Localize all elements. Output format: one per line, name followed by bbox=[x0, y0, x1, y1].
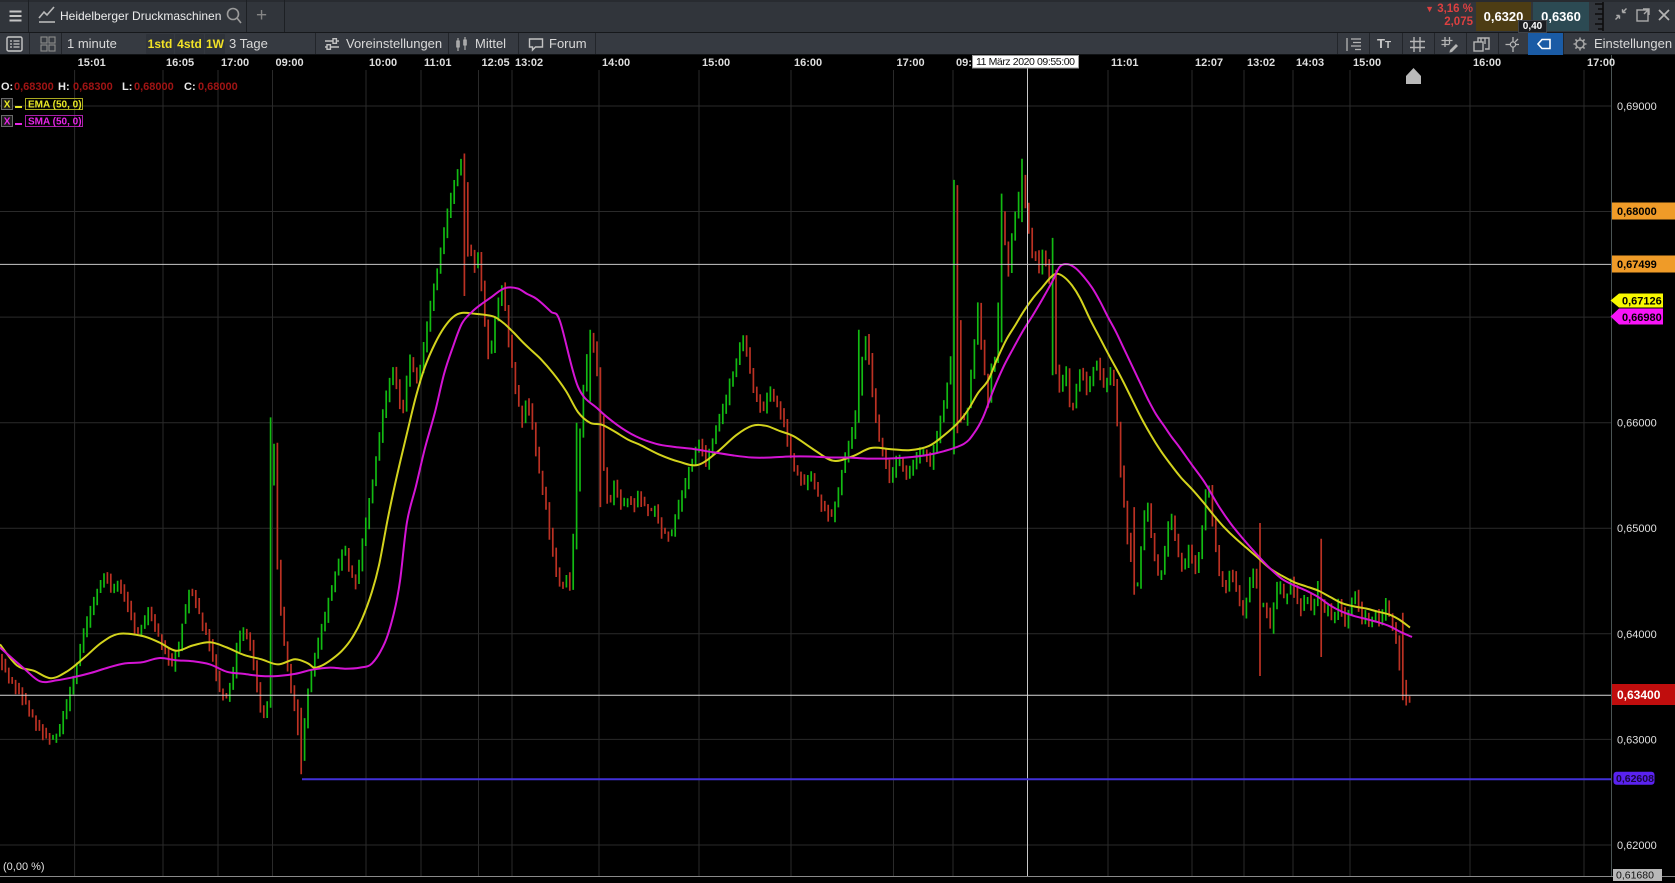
svg-text:13:02: 13:02 bbox=[515, 57, 543, 69]
svg-text:O:: O: bbox=[1, 81, 13, 93]
svg-text:16:00: 16:00 bbox=[1473, 57, 1501, 69]
svg-text:0,67126: 0,67126 bbox=[1622, 296, 1662, 308]
svg-text:0,63000: 0,63000 bbox=[1617, 734, 1657, 746]
svg-text:17:00: 17:00 bbox=[1587, 57, 1615, 69]
svg-text:0,63400: 0,63400 bbox=[1617, 688, 1661, 702]
svg-text:0,67499: 0,67499 bbox=[1617, 259, 1657, 271]
svg-text:0,69000: 0,69000 bbox=[1617, 101, 1657, 113]
svg-text:0,62000: 0,62000 bbox=[1617, 840, 1657, 852]
svg-text:0,68000: 0,68000 bbox=[198, 81, 238, 93]
svg-text:0,65000: 0,65000 bbox=[1617, 523, 1657, 535]
svg-text:0,68300: 0,68300 bbox=[14, 81, 54, 93]
svg-text:0,68300: 0,68300 bbox=[73, 81, 113, 93]
svg-text:14:03: 14:03 bbox=[1296, 57, 1324, 69]
svg-text:15:00: 15:00 bbox=[702, 57, 730, 69]
svg-text:12:07: 12:07 bbox=[1195, 57, 1223, 69]
svg-text:X: X bbox=[4, 100, 11, 111]
svg-text:0,64000: 0,64000 bbox=[1617, 629, 1657, 641]
svg-text:17:00: 17:00 bbox=[221, 57, 249, 69]
svg-text:11:01: 11:01 bbox=[424, 57, 452, 69]
svg-text:X: X bbox=[4, 117, 11, 128]
svg-text:11:01: 11:01 bbox=[1111, 57, 1139, 69]
svg-text:16:05: 16:05 bbox=[166, 57, 194, 69]
svg-text:0,61680: 0,61680 bbox=[1616, 870, 1654, 882]
svg-text:C:: C: bbox=[184, 81, 196, 93]
svg-text:16:00: 16:00 bbox=[794, 57, 822, 69]
svg-text:H:: H: bbox=[58, 81, 70, 93]
svg-text:EMA (50, 0): EMA (50, 0) bbox=[28, 100, 82, 111]
svg-text:14:00: 14:00 bbox=[602, 57, 630, 69]
svg-text:15:00: 15:00 bbox=[1353, 57, 1381, 69]
svg-text:13:02: 13:02 bbox=[1247, 57, 1275, 69]
svg-text:12:05: 12:05 bbox=[482, 57, 510, 69]
svg-text:17:00: 17:00 bbox=[897, 57, 925, 69]
svg-text:10:00: 10:00 bbox=[369, 57, 397, 69]
svg-text:0,68000: 0,68000 bbox=[1617, 206, 1657, 218]
svg-text:SMA (50, 0): SMA (50, 0) bbox=[28, 117, 82, 128]
svg-text:0,66980: 0,66980 bbox=[1622, 312, 1662, 324]
svg-text:0,66000: 0,66000 bbox=[1617, 418, 1657, 430]
svg-text:11 März 2020 09:55:00: 11 März 2020 09:55:00 bbox=[976, 56, 1075, 68]
svg-text:(0,00 %): (0,00 %) bbox=[3, 861, 45, 873]
svg-text:0,62608: 0,62608 bbox=[1616, 773, 1654, 785]
svg-text:09:00: 09:00 bbox=[276, 57, 304, 69]
svg-text:L:: L: bbox=[122, 81, 132, 93]
svg-text:15:01: 15:01 bbox=[78, 57, 106, 69]
svg-text:0,68000: 0,68000 bbox=[134, 81, 174, 93]
